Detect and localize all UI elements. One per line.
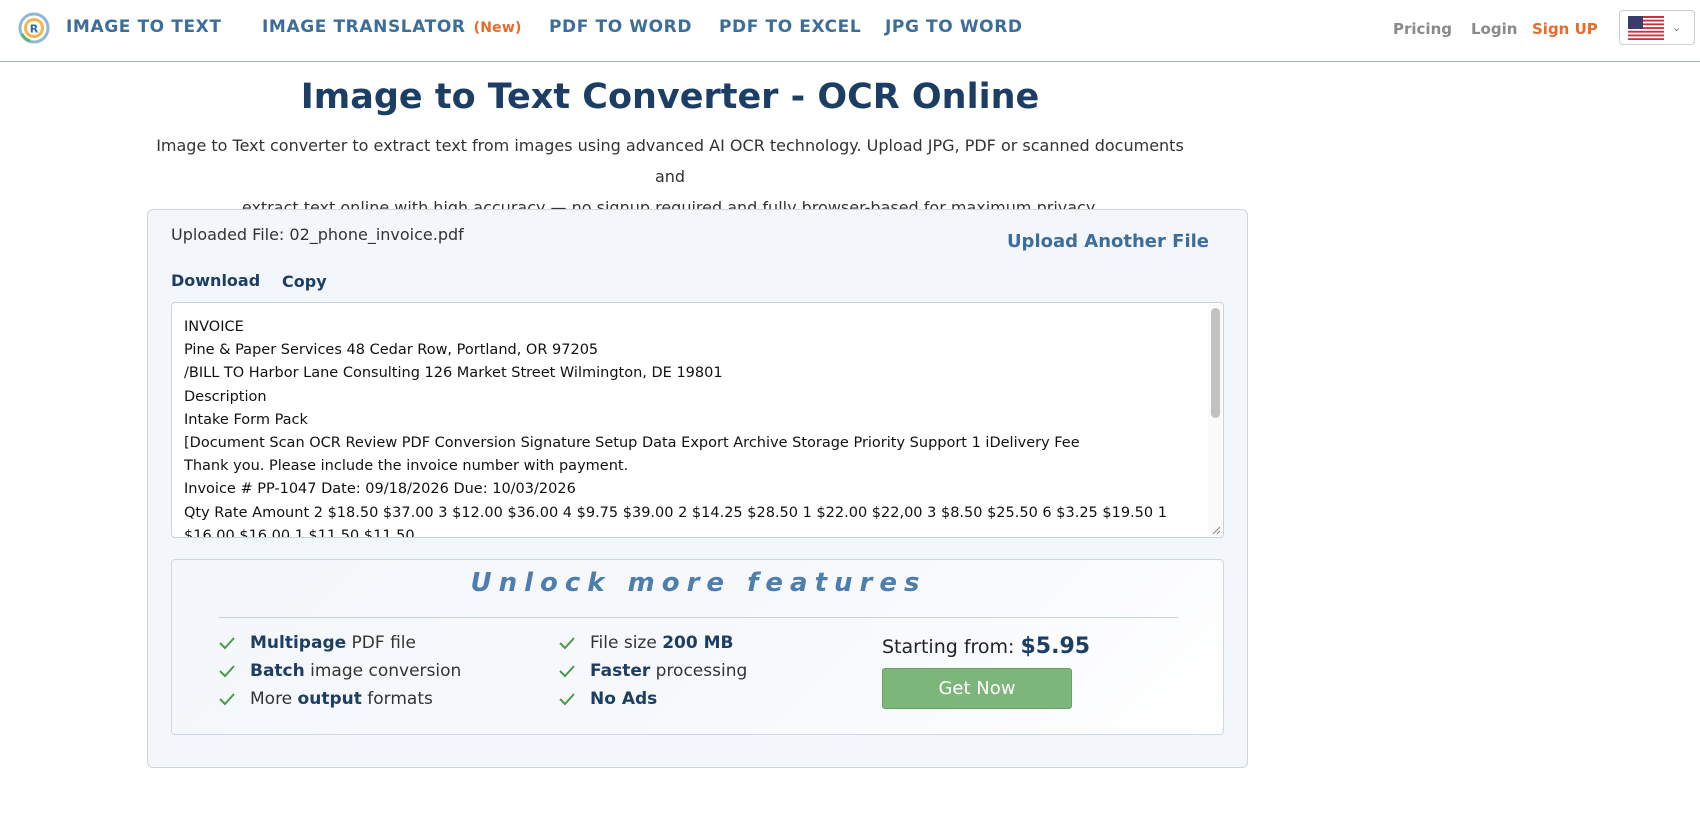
text-line: Pine & Paper Services 48 Cedar Row, Port… [184, 342, 599, 359]
feature-text: More [250, 689, 298, 709]
feature-bold: No Ads [590, 689, 658, 709]
divider [218, 617, 1178, 618]
feature-no-ads: No Ads [558, 689, 657, 709]
nav-pdf-to-excel[interactable]: PDF TO EXCEL [719, 17, 861, 37]
top-navigation-bar: R IMAGE TO TEXT IMAGE TRANSLATOR (New) PD… [0, 0, 1700, 62]
feature-multipage: Multipage PDF file [218, 633, 416, 653]
download-button[interactable]: Download [171, 271, 260, 290]
text-line: INVOICE [184, 319, 244, 335]
text-area-scrollbar[interactable] [1208, 304, 1222, 536]
feature-bold: 200 MB [662, 633, 734, 653]
ocr-result-card: Uploaded File: 02_phone_invoice.pdf Uplo… [147, 209, 1248, 768]
login-link[interactable]: Login [1471, 20, 1517, 38]
nav-image-translator-label: IMAGE TRANSLATOR [262, 17, 466, 37]
chevron-down-icon: ⌄ [1672, 21, 1682, 34]
nav-image-translator[interactable]: IMAGE TRANSLATOR (New) [262, 17, 522, 37]
signup-link[interactable]: Sign UP [1532, 20, 1598, 38]
nav-jpg-to-word[interactable]: JPG TO WORD [885, 17, 1023, 37]
text-line: Thank you. Please include the invoice nu… [184, 458, 629, 475]
starting-price: Starting from: $5.95 [882, 634, 1090, 659]
text-line: Description [184, 388, 267, 405]
resize-handle-icon[interactable] [1211, 525, 1221, 535]
text-line: /BILL TO Harbor Lane Consulting 126 Mark… [184, 365, 723, 382]
feature-text: image conversion [304, 661, 462, 681]
feature-file-size: File size 200 MB [558, 633, 734, 653]
copy-button[interactable]: Copy [282, 272, 327, 291]
ocr-logo-icon: R [18, 12, 50, 44]
scrollbar-thumb[interactable] [1211, 308, 1220, 418]
feature-faster: Faster processing [558, 661, 747, 681]
language-selector[interactable]: ⌄ [1619, 10, 1695, 45]
checkmark-icon [219, 665, 235, 678]
nav-pdf-to-word[interactable]: PDF TO WORD [549, 17, 692, 37]
feature-text: PDF file [346, 633, 416, 653]
site-logo[interactable]: R [17, 12, 55, 44]
feature-text: formats [361, 689, 433, 709]
feature-text: processing [650, 661, 748, 681]
extracted-text-content: INVOICE Pine & Paper Services 48 Cedar R… [184, 316, 1194, 538]
checkmark-icon [559, 665, 575, 678]
us-flag-icon [1628, 15, 1664, 40]
checkmark-icon [559, 693, 575, 706]
text-line: Qty Rate Amount 2 $18.50 $37.00 3 $12.00… [184, 504, 1167, 521]
feature-bold: Batch [250, 661, 305, 681]
text-line: Intake Form Pack [184, 411, 308, 428]
starting-from-label: Starting from: [882, 636, 1021, 658]
checkmark-icon [219, 637, 235, 650]
upload-another-file-link[interactable]: Upload Another File [1007, 231, 1209, 252]
feature-text: File size [590, 633, 663, 653]
uploaded-file-name: Uploaded File: 02_phone_invoice.pdf [171, 225, 464, 244]
feature-bold: Multipage [250, 633, 347, 653]
price-value: $5.95 [1020, 634, 1091, 659]
page-title: Image to Text Converter - OCR Online [300, 77, 1040, 117]
feature-bold: Faster [590, 661, 651, 681]
get-now-button[interactable]: Get Now [882, 668, 1072, 709]
svg-text:R: R [30, 23, 39, 36]
brand-name-link[interactable]: IMAGE TO TEXT [66, 17, 222, 37]
unlock-features-title: Unlock more features [470, 568, 927, 598]
feature-batch: Batch image conversion [218, 661, 461, 681]
checkmark-icon [559, 637, 575, 650]
description-line-1: Image to Text converter to extract text … [156, 136, 1184, 186]
checkmark-icon [219, 693, 235, 706]
unlock-features-panel: Unlock more features Multipage PDF file … [171, 559, 1224, 735]
text-line: $16.00 $16.00 1 $11.50 $11.50 [184, 527, 415, 538]
text-line: Invoice # PP-1047 Date: 09/18/2026 Due: … [184, 481, 576, 498]
new-badge: (New) [473, 20, 522, 36]
extracted-text-area[interactable]: INVOICE Pine & Paper Services 48 Cedar R… [171, 302, 1224, 538]
feature-bold: output [297, 689, 362, 709]
text-line: [Document Scan OCR Review PDF Conversion… [184, 435, 1080, 452]
feature-output-formats: More output formats [218, 689, 433, 709]
pricing-link[interactable]: Pricing [1393, 20, 1452, 38]
